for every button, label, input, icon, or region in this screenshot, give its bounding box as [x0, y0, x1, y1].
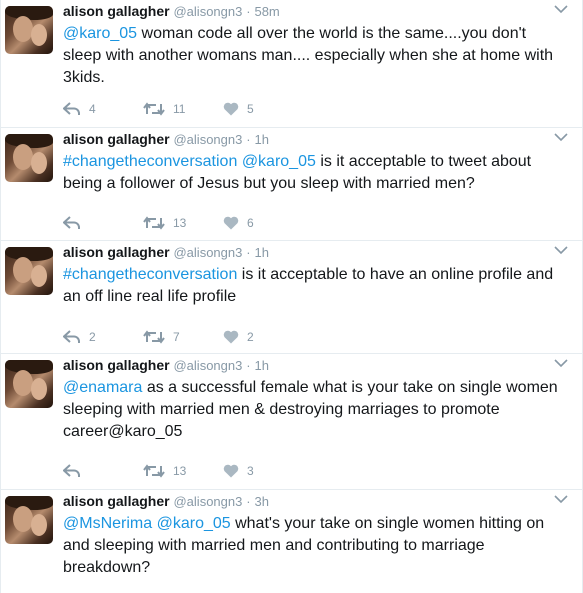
like-count: 6: [247, 216, 254, 230]
mention-link[interactable]: @karo_05: [242, 153, 316, 170]
avatar[interactable]: [5, 134, 53, 182]
mention-link[interactable]: @karo_05: [157, 515, 231, 532]
tweet-text: #changetheconversation @karo_05 is it ac…: [63, 151, 563, 195]
separator-dot: ·: [246, 494, 251, 509]
like-button[interactable]: 3: [223, 461, 254, 481]
heart-icon: [223, 330, 239, 344]
tweet-text: #changetheconversation is it acceptable …: [63, 264, 563, 308]
separator-dot: ·: [246, 245, 251, 260]
hashtag-link[interactable]: #changetheconversation: [63, 153, 237, 170]
heart-icon: [223, 102, 239, 116]
separator-dot: ·: [246, 4, 251, 19]
reply-arrow-icon: [63, 102, 80, 115]
tweet-header: alison gallagher @alisongn3 · 58m: [63, 3, 552, 21]
like-count: 3: [247, 464, 254, 478]
display-name[interactable]: alison gallagher: [63, 357, 170, 373]
timestamp[interactable]: 1h: [254, 245, 268, 260]
chevron-down-icon[interactable]: [554, 4, 568, 14]
hashtag-link[interactable]: #changetheconversation: [63, 266, 237, 283]
chevron-down-icon[interactable]: [554, 494, 568, 504]
tweet-header: alison gallagher @alisongn3 · 3h: [63, 493, 552, 511]
like-button[interactable]: 5: [223, 99, 254, 119]
display-name[interactable]: alison gallagher: [63, 244, 170, 260]
avatar[interactable]: [5, 6, 53, 54]
retweet-icon: [143, 464, 165, 478]
timestamp[interactable]: 1h: [254, 132, 268, 147]
avatar[interactable]: [5, 496, 53, 544]
tweet-text: @enamara as a successful female what is …: [63, 377, 563, 443]
tweet[interactable]: alison gallagher @alisongn3 · 1h #change…: [1, 128, 582, 241]
tweet-text: @MsNerima @karo_05 what's your take on s…: [63, 513, 563, 579]
retweet-count: 7: [173, 330, 180, 344]
separator-dot: ·: [246, 132, 251, 147]
tweet-header: alison gallagher @alisongn3 · 1h: [63, 131, 552, 149]
like-count: 5: [247, 102, 254, 116]
retweet-button[interactable]: 7: [143, 327, 180, 347]
user-handle[interactable]: @alisongn3: [173, 132, 242, 147]
chevron-down-icon[interactable]: [554, 132, 568, 142]
heart-icon: [223, 216, 239, 230]
user-handle[interactable]: @alisongn3: [173, 494, 242, 509]
reply-arrow-icon: [63, 464, 80, 477]
retweet-count: 13: [173, 216, 187, 230]
mention-link[interactable]: @enamara: [63, 379, 142, 396]
timestamp[interactable]: 1h: [254, 358, 268, 373]
tweet[interactable]: alison gallagher @alisongn3 · 58m @karo_…: [1, 0, 582, 128]
like-button[interactable]: 6: [223, 213, 254, 233]
retweet-button[interactable]: 13: [143, 461, 186, 481]
heart-icon: [223, 464, 239, 478]
tweet-text: @karo_05 woman code all over the world i…: [63, 23, 563, 89]
display-name[interactable]: alison gallagher: [63, 131, 170, 147]
tweet-header: alison gallagher @alisongn3 · 1h: [63, 357, 552, 375]
tweet-actions: 4 11 5: [63, 99, 363, 119]
reply-button[interactable]: 2: [63, 327, 96, 347]
retweet-icon: [143, 102, 165, 116]
tweet[interactable]: alison gallagher @alisongn3 · 3h @MsNeri…: [1, 490, 582, 593]
chevron-down-icon[interactable]: [554, 358, 568, 368]
tweet-actions: 2 7 2: [63, 327, 363, 347]
timestamp[interactable]: 58m: [254, 4, 279, 19]
mention-link[interactable]: @karo_05: [63, 25, 137, 42]
tweet-actions: 13 6: [63, 213, 363, 233]
retweet-button[interactable]: 11: [143, 99, 185, 119]
reply-count: 4: [89, 102, 96, 116]
tweet-feed: alison gallagher @alisongn3 · 58m @karo_…: [0, 0, 583, 593]
mention-link[interactable]: @MsNerima: [63, 515, 152, 532]
retweet-icon: [143, 216, 165, 230]
user-handle[interactable]: @alisongn3: [173, 4, 242, 19]
user-handle[interactable]: @alisongn3: [173, 245, 242, 260]
retweet-count: 13: [173, 464, 187, 478]
tweet[interactable]: alison gallagher @alisongn3 · 1h #change…: [1, 241, 582, 354]
chevron-down-icon[interactable]: [554, 245, 568, 255]
avatar[interactable]: [5, 247, 53, 295]
retweet-icon: [143, 330, 165, 344]
like-count: 2: [247, 330, 254, 344]
retweet-button[interactable]: 13: [143, 213, 186, 233]
tweet-actions: 13 3: [63, 461, 363, 481]
user-handle[interactable]: @alisongn3: [173, 358, 242, 373]
timestamp[interactable]: 3h: [254, 494, 268, 509]
avatar[interactable]: [5, 360, 53, 408]
reply-arrow-icon: [63, 216, 80, 229]
display-name[interactable]: alison gallagher: [63, 3, 170, 19]
like-button[interactable]: 2: [223, 327, 254, 347]
tweet-header: alison gallagher @alisongn3 · 1h: [63, 244, 552, 262]
tweet-text-segment: woman code all over the world is the sam…: [63, 25, 554, 86]
retweet-count: 11: [173, 102, 186, 116]
reply-button[interactable]: 4: [63, 99, 96, 119]
reply-button[interactable]: [63, 213, 89, 233]
tweet[interactable]: alison gallagher @alisongn3 · 1h @enamar…: [1, 354, 582, 490]
reply-arrow-icon: [63, 330, 80, 343]
reply-count: 2: [89, 330, 96, 344]
reply-button[interactable]: [63, 461, 89, 481]
separator-dot: ·: [246, 358, 251, 373]
display-name[interactable]: alison gallagher: [63, 493, 170, 509]
